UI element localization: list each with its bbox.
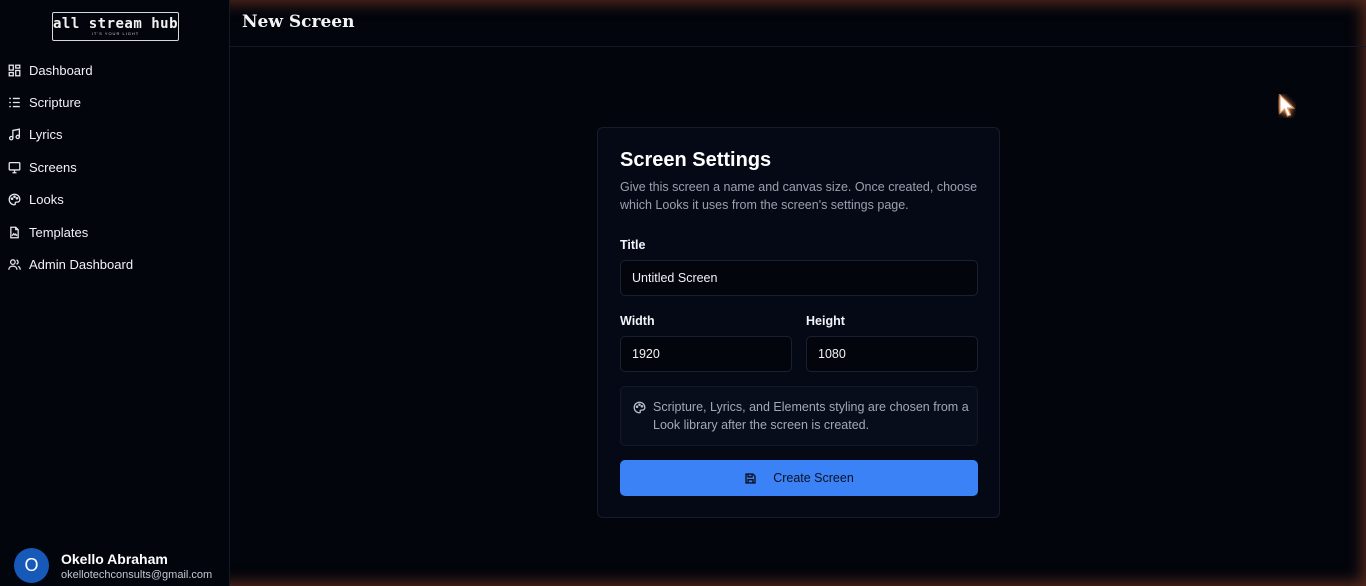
- sidebar-item-label: Lyrics: [29, 127, 63, 143]
- sidebar-item-looks[interactable]: Looks: [0, 184, 230, 216]
- title-label: Title: [620, 238, 646, 252]
- info-text: Scripture, Lyrics, and Elements styling …: [653, 400, 969, 432]
- create-screen-button[interactable]: Create Screen: [620, 460, 978, 496]
- music-note-icon: [8, 128, 21, 141]
- page-title: New Screen: [242, 12, 355, 32]
- sidebar-item-label: Dashboard: [29, 62, 93, 78]
- sidebar-nav: Dashboard Scripture Lyrics Screens Looks…: [0, 54, 230, 281]
- sidebar-item-label: Admin Dashboard: [29, 257, 134, 273]
- height-input[interactable]: [806, 336, 978, 372]
- screen-settings-card: Screen Settings Give this screen a name …: [597, 127, 1000, 518]
- sidebar-item-label: Screens: [29, 159, 77, 175]
- title-input[interactable]: [620, 260, 978, 296]
- app-window: all stream hub IT'S YOUR LIGHT Dashboard…: [0, 0, 1366, 586]
- looks-info-box: Scripture, Lyrics, and Elements styling …: [620, 386, 978, 446]
- user-info: Okello Abraham okellotechconsults@gmail.…: [61, 550, 212, 582]
- mouse-cursor-icon: [1279, 94, 1295, 117]
- page-header: New Screen: [230, 0, 1366, 47]
- user-profile[interactable]: O Okello Abraham okellotechconsults@gmai…: [14, 548, 212, 583]
- card-description: Give this screen a name and canvas size.…: [620, 180, 978, 212]
- monitor-icon: [8, 161, 21, 174]
- sidebar-item-label: Scripture: [29, 95, 82, 111]
- sidebar-item-lyrics[interactable]: Lyrics: [0, 119, 230, 151]
- sidebar: all stream hub IT'S YOUR LIGHT Dashboard…: [0, 0, 230, 586]
- avatar[interactable]: O: [14, 548, 49, 583]
- dashboard-icon: [8, 64, 21, 77]
- file-image-icon: [10, 226, 19, 239]
- sidebar-item-admin-dashboard[interactable]: Admin Dashboard: [0, 248, 230, 280]
- list-icon: [9, 97, 20, 108]
- users-icon: [8, 259, 21, 270]
- logo-tagline: IT'S YOUR LIGHT: [91, 31, 140, 36]
- sidebar-item-dashboard[interactable]: Dashboard: [0, 54, 230, 86]
- card-title: Screen Settings: [620, 149, 772, 171]
- user-name: Okello Abraham: [61, 550, 168, 567]
- user-email: okellotechconsults@gmail.com: [61, 568, 213, 581]
- sidebar-item-label: Looks: [29, 192, 64, 208]
- save-icon: [745, 472, 756, 484]
- app-logo[interactable]: all stream hub IT'S YOUR LIGHT: [52, 12, 179, 41]
- palette-icon: [8, 193, 21, 206]
- sidebar-item-templates[interactable]: Templates: [0, 216, 230, 248]
- height-label: Height: [806, 314, 845, 328]
- logo-text: all stream hub: [53, 16, 179, 32]
- palette-icon: [633, 401, 646, 414]
- sidebar-item-scripture[interactable]: Scripture: [0, 86, 230, 118]
- width-input[interactable]: [620, 336, 792, 372]
- sidebar-item-screens[interactable]: Screens: [0, 151, 230, 183]
- sidebar-item-label: Templates: [29, 224, 89, 240]
- create-screen-label: Create Screen: [773, 471, 854, 485]
- width-label: Width: [620, 314, 655, 328]
